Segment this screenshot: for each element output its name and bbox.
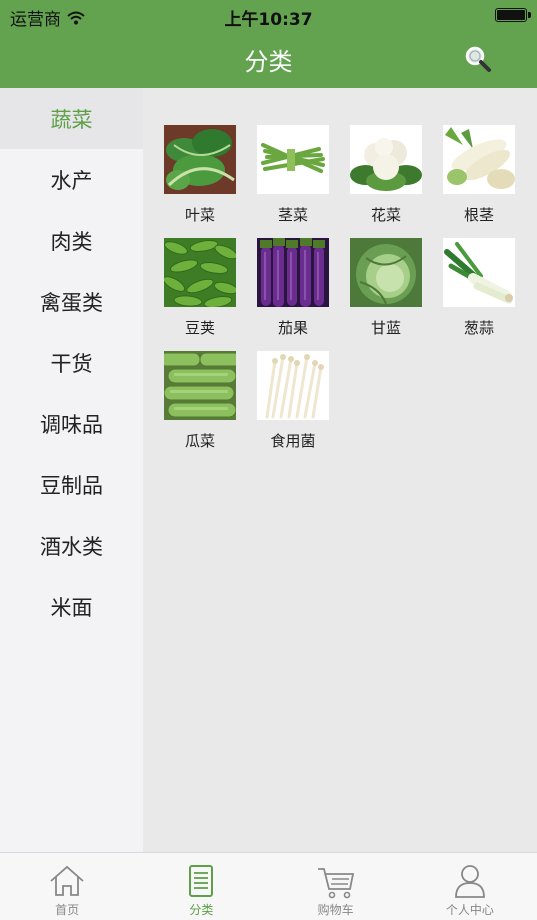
status-bar: 运营商 上午10:37: [0, 0, 537, 30]
sidebar-item-seasoning[interactable]: 调味品: [0, 393, 143, 454]
cart-icon: [317, 868, 354, 899]
subcategory-cabbage[interactable]: 甘蓝: [350, 238, 422, 338]
tab-bar: 首页 分类 购物车 个人中心: [0, 852, 537, 920]
zucchini-image: [164, 351, 236, 420]
tab-label: 首页: [55, 903, 80, 917]
snap-peas-image: [164, 238, 236, 307]
eggplant-image: [257, 238, 329, 307]
subcategory-label: 食用菌: [270, 432, 316, 450]
sidebar-item-beverages[interactable]: 酒水类: [0, 515, 143, 576]
cauliflower-image: [350, 125, 422, 194]
subcategory-root-vegetables[interactable]: 根茎: [443, 125, 515, 225]
subcategory-panel: 叶菜 茎菜 花菜 根茎 豆荚 茄果 甘蓝 葱蒜 瓜菜 食用菌: [143, 88, 537, 852]
asparagus-image: [257, 125, 329, 194]
subcategory-onion-garlic[interactable]: 葱蒜: [443, 238, 515, 338]
subcategory-label: 茄果: [277, 319, 308, 337]
subcategory-grid: 叶菜 茎菜 花菜 根茎 豆荚 茄果 甘蓝 葱蒜 瓜菜 食用菌: [164, 125, 515, 451]
subcategory-label: 根茎: [463, 206, 494, 224]
search-icon[interactable]: [463, 44, 493, 74]
home-icon: [50, 865, 84, 896]
subcategory-mushrooms[interactable]: 食用菌: [257, 351, 329, 451]
nav-bar: 分类: [0, 30, 537, 88]
tab-cart[interactable]: 购物车: [269, 853, 403, 920]
subcategory-label: 花菜: [370, 206, 401, 224]
subcategory-cauliflower[interactable]: 花菜: [350, 125, 422, 225]
sidebar-item-soy-products[interactable]: 豆制品: [0, 454, 143, 515]
page-title: 分类: [244, 48, 293, 76]
tab-home[interactable]: 首页: [0, 853, 134, 920]
subcategory-label: 茎菜: [277, 206, 308, 224]
tab-profile[interactable]: 个人中心: [403, 853, 537, 920]
sidebar-item-poultry-eggs[interactable]: 禽蛋类: [0, 271, 143, 332]
sidebar-item-dry-goods[interactable]: 干货: [0, 332, 143, 393]
leafy-greens-image: [164, 125, 236, 194]
subcategory-label: 叶菜: [184, 206, 215, 224]
tab-category[interactable]: 分类: [134, 853, 268, 920]
subcategory-pods[interactable]: 豆荚: [164, 238, 236, 338]
radish-image: [443, 125, 515, 194]
battery-icon: [495, 8, 531, 22]
subcategory-label: 葱蒜: [463, 319, 494, 337]
status-time: 上午10:37: [224, 10, 313, 30]
subcategory-label: 瓜菜: [184, 432, 215, 450]
subcategory-label: 豆荚: [184, 319, 215, 337]
leek-image: [443, 238, 515, 307]
subcategory-solanaceous[interactable]: 茄果: [257, 238, 329, 338]
sidebar-item-aquatic[interactable]: 水产: [0, 149, 143, 210]
category-sidebar: 蔬菜 水产 肉类 禽蛋类 干货 调味品 豆制品 酒水类 米面: [0, 88, 143, 852]
sidebar-item-rice-noodles[interactable]: 米面: [0, 576, 143, 637]
sidebar-item-meat[interactable]: 肉类: [0, 210, 143, 271]
user-icon: [454, 865, 485, 898]
subcategory-gourds[interactable]: 瓜菜: [164, 351, 236, 451]
enoki-mushroom-image: [257, 351, 329, 420]
tab-label: 购物车: [317, 903, 354, 917]
subcategory-stem-vegetables[interactable]: 茎菜: [257, 125, 329, 225]
category-icon: [189, 865, 214, 897]
tab-label: 个人中心: [445, 903, 494, 917]
tab-label: 分类: [189, 903, 214, 917]
sidebar-item-vegetables[interactable]: 蔬菜: [0, 88, 143, 149]
subcategory-label: 甘蓝: [370, 319, 401, 337]
subcategory-leafy-greens[interactable]: 叶菜: [164, 125, 236, 225]
cabbage-image: [350, 238, 422, 307]
